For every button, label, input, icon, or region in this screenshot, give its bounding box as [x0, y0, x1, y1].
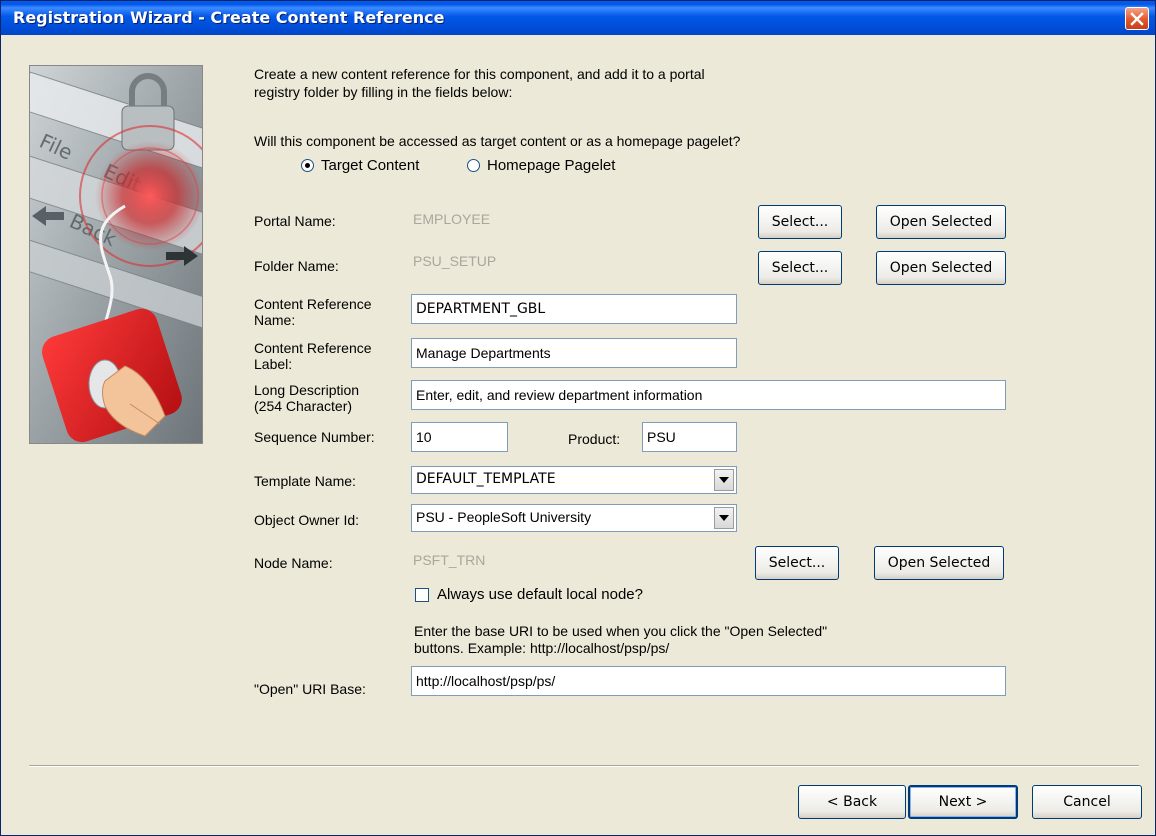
node-name-value: PSFT_TRN [413, 552, 486, 568]
long-description-label: Long Description (254 Character) [254, 382, 359, 414]
portal-select-button[interactable]: Select... [758, 205, 842, 239]
template-name-label: Template Name: [254, 473, 356, 489]
cancel-button[interactable]: Cancel [1032, 785, 1142, 819]
template-name-selected: DEFAULT_TEMPLATE [416, 471, 556, 487]
content-reference-name-input[interactable]: DEPARTMENT_GBL [411, 294, 737, 324]
back-button[interactable]: < Back [798, 785, 906, 819]
intro-line-2: registry folder by filling in the fields… [254, 84, 513, 100]
registration-wizard-dialog: Registration Wizard - Create Content Ref… [0, 0, 1156, 836]
default-local-node-checkbox[interactable] [415, 588, 429, 602]
title-bar[interactable]: Registration Wizard - Create Content Ref… [1, 1, 1155, 35]
wizard-illustration: File Edit Back [29, 65, 203, 444]
content-reference-name-label-line1: Content Reference [254, 296, 372, 312]
intro-line-1: Create a new content reference for this … [254, 66, 705, 82]
object-owner-id-select[interactable]: PSU - PeopleSoft University [411, 504, 737, 532]
radio-target-content-circle[interactable] [301, 159, 314, 172]
folder-open-selected-button[interactable]: Open Selected [876, 251, 1006, 285]
portal-name-value: EMPLOYEE [413, 211, 491, 227]
node-open-selected-button[interactable]: Open Selected [874, 546, 1004, 580]
product-label: Product: [568, 431, 621, 447]
folder-name-value: PSU_SETUP [413, 253, 497, 269]
access-type-question: Will this component be accessed as targe… [254, 133, 741, 149]
close-icon [1130, 11, 1144, 26]
content-reference-label-label-line2: Label: [254, 356, 293, 372]
window-title: Registration Wizard - Create Content Ref… [13, 8, 445, 27]
portal-open-selected-button[interactable]: Open Selected [876, 205, 1006, 239]
content-reference-label-label: Content Reference Label: [254, 340, 372, 372]
product-input[interactable]: PSU [642, 422, 737, 452]
chevron-down-icon [719, 515, 729, 521]
radio-target-content[interactable]: Target Content [301, 157, 419, 174]
sequence-number-input[interactable]: 10 [411, 422, 508, 452]
object-owner-id-label: Object Owner Id: [254, 512, 360, 528]
uri-hint-line-2: buttons. Example: http://localhost/psp/p… [414, 640, 670, 656]
template-name-select[interactable]: DEFAULT_TEMPLATE [411, 466, 737, 494]
long-description-label-line2: (254 Character) [254, 398, 353, 414]
radio-homepage-pagelet-label: Homepage Pagelet [487, 157, 616, 174]
open-uri-base-label: "Open" URI Base: [254, 681, 366, 697]
footer-separator [29, 765, 1139, 767]
radio-homepage-pagelet-circle[interactable] [467, 159, 480, 172]
content-reference-label-input[interactable]: Manage Departments [411, 338, 737, 368]
folder-name-label: Folder Name: [254, 258, 339, 274]
chevron-down-icon [719, 477, 729, 483]
sequence-number-label: Sequence Number: [254, 429, 375, 445]
content-reference-name-label: Content Reference Name: [254, 296, 372, 328]
uri-hint-line-1: Enter the base URI to be used when you c… [414, 623, 828, 639]
radio-homepage-pagelet[interactable]: Homepage Pagelet [467, 157, 615, 174]
node-select-button[interactable]: Select... [755, 546, 839, 580]
long-description-input[interactable]: Enter, edit, and review department infor… [411, 380, 1006, 410]
portal-name-label: Portal Name: [254, 213, 336, 229]
long-description-label-line1: Long Description [254, 382, 360, 398]
folder-select-button[interactable]: Select... [758, 251, 842, 285]
object-owner-id-dropdown-button[interactable] [714, 507, 734, 529]
close-button[interactable] [1125, 7, 1149, 30]
object-owner-id-selected: PSU - PeopleSoft University [416, 509, 592, 525]
radio-target-content-label: Target Content [321, 157, 420, 174]
intro-text: Create a new content reference for this … [254, 65, 794, 101]
open-uri-base-input[interactable]: http://localhost/psp/ps/ [411, 666, 1006, 696]
template-name-dropdown-button[interactable] [714, 469, 734, 491]
uri-hint-text: Enter the base URI to be used when you c… [414, 623, 827, 657]
node-name-label: Node Name: [254, 555, 333, 571]
content-reference-label-label-line1: Content Reference [254, 340, 372, 356]
next-button[interactable]: Next > [908, 785, 1018, 819]
default-local-node-label: Always use default local node? [437, 586, 643, 603]
content-reference-name-label-line2: Name: [254, 312, 296, 328]
